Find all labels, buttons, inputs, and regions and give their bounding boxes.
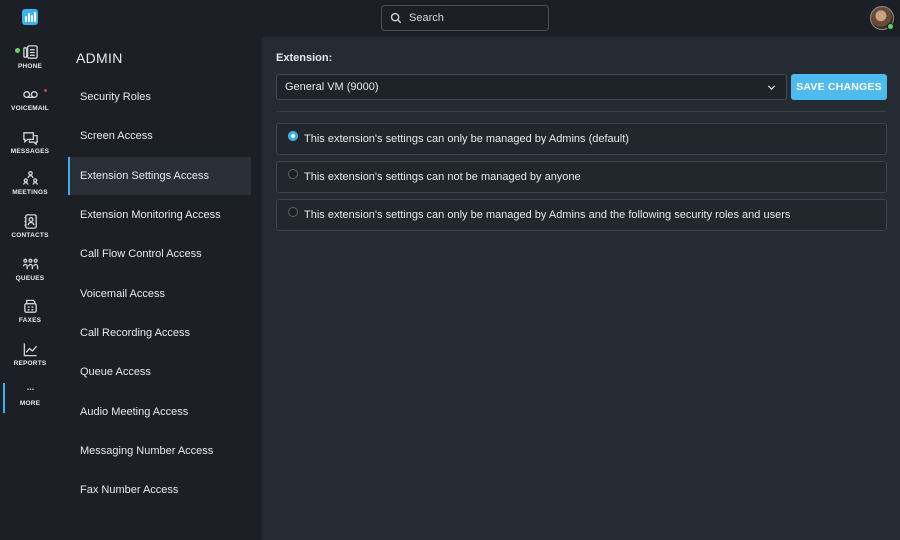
main-panel: Extension: General VM (9000) SAVE CHANGE… bbox=[262, 37, 900, 540]
nav-label: CONTACTS bbox=[11, 232, 49, 239]
nav-item-faxes[interactable]: FAXES bbox=[0, 298, 60, 338]
sidebar-item-audio-meeting-access[interactable]: Audio Meeting Access bbox=[68, 393, 251, 431]
sidebar-title: ADMIN bbox=[76, 50, 123, 66]
nav-rail: PHONE VOICEMAIL MESSAGES MEETINGS CONTAC… bbox=[0, 0, 60, 540]
voicemail-indicator bbox=[44, 89, 47, 92]
radio-admins-and-roles[interactable] bbox=[288, 207, 298, 217]
option-admins-only[interactable]: This extension's settings can only be ma… bbox=[276, 123, 887, 155]
extension-select-value: General VM (9000) bbox=[285, 81, 379, 93]
nav-label: MEETINGS bbox=[12, 189, 48, 196]
nav-label: MORE bbox=[19, 400, 41, 407]
option-label: This extension's settings can not be man… bbox=[304, 171, 581, 183]
sidebar-item-queue-access[interactable]: Queue Access bbox=[68, 353, 251, 391]
voicemail-icon bbox=[22, 91, 38, 98]
sidebar-item-messaging-number-access[interactable]: Messaging Number Access bbox=[68, 432, 251, 470]
nav-label: REPORTS bbox=[13, 360, 47, 367]
contacts-icon bbox=[23, 214, 37, 229]
more-icon bbox=[26, 388, 34, 391]
radio-admins-only[interactable] bbox=[288, 131, 298, 141]
nav-item-contacts[interactable]: CONTACTS bbox=[0, 213, 60, 253]
sidebar-item-screen-access[interactable]: Screen Access bbox=[68, 117, 251, 155]
fax-icon bbox=[23, 299, 37, 313]
reports-icon bbox=[23, 343, 37, 357]
nav-label: PHONE bbox=[17, 63, 43, 70]
nav-item-messages[interactable]: MESSAGES bbox=[0, 129, 60, 169]
phone-status-indicator bbox=[15, 48, 20, 53]
nav-label: MESSAGES bbox=[10, 148, 50, 155]
nav-label: FAXES bbox=[18, 317, 42, 324]
sidebar-item-extension-monitoring-access[interactable]: Extension Monitoring Access bbox=[68, 196, 251, 234]
save-changes-button[interactable]: SAVE CHANGES bbox=[791, 74, 887, 100]
sidebar-item-security-roles[interactable]: Security Roles bbox=[68, 78, 251, 116]
nav-item-more[interactable]: MORE bbox=[0, 383, 60, 427]
nav-label: VOICEMAIL bbox=[11, 105, 49, 112]
messages-icon bbox=[22, 132, 38, 146]
nav-item-voicemail[interactable]: VOICEMAIL bbox=[0, 86, 60, 126]
nav-item-phone[interactable]: PHONE bbox=[0, 44, 60, 84]
nav-item-reports[interactable]: REPORTS bbox=[0, 341, 60, 381]
option-label: This extension's settings can only be ma… bbox=[304, 209, 791, 221]
search-input[interactable] bbox=[409, 12, 539, 24]
nav-label: QUEUES bbox=[15, 275, 45, 282]
option-no-one[interactable]: This extension's settings can not be man… bbox=[276, 161, 887, 193]
radio-no-one[interactable] bbox=[288, 169, 298, 179]
phone-icon bbox=[22, 45, 38, 59]
extension-select[interactable]: General VM (9000) bbox=[276, 74, 787, 100]
sidebar-item-voicemail-access[interactable]: Voicemail Access bbox=[68, 275, 251, 313]
option-admins-and-roles[interactable]: This extension's settings can only be ma… bbox=[276, 199, 887, 231]
chevron-down-icon bbox=[767, 85, 776, 90]
admin-sidebar: ADMIN Security Roles Screen Access Exten… bbox=[60, 37, 262, 540]
app-logo-icon[interactable] bbox=[22, 9, 38, 25]
search-icon bbox=[390, 12, 402, 24]
search-box[interactable] bbox=[381, 5, 549, 31]
nav-item-meetings[interactable]: MEETINGS bbox=[0, 170, 60, 210]
top-bar bbox=[60, 0, 900, 37]
meetings-icon bbox=[22, 170, 38, 185]
sidebar-item-fax-number-access[interactable]: Fax Number Access bbox=[68, 471, 251, 509]
sidebar-item-extension-settings-access[interactable]: Extension Settings Access bbox=[68, 157, 251, 195]
option-label: This extension's settings can only be ma… bbox=[304, 133, 629, 145]
sidebar-item-call-recording-access[interactable]: Call Recording Access bbox=[68, 314, 251, 352]
nav-item-queues[interactable]: QUEUES bbox=[0, 256, 60, 296]
divider bbox=[276, 111, 887, 112]
queues-icon bbox=[22, 258, 38, 270]
online-status-badge bbox=[887, 23, 894, 30]
extension-label: Extension: bbox=[276, 52, 333, 64]
sidebar-item-call-flow-control-access[interactable]: Call Flow Control Access bbox=[68, 235, 251, 273]
